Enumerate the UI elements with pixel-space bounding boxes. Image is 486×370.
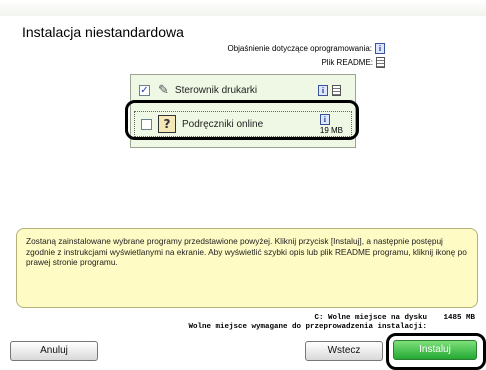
list-item-printer-driver[interactable]: ✓ ✎ Sterownik drukarki i: [131, 81, 355, 99]
readme-icon[interactable]: [332, 84, 341, 96]
required-space-label: Wolne miejsce wymagane do przeprowadzeni…: [188, 323, 427, 331]
free-space-row: C: Wolne miejsce na dysku 1485 MB: [314, 314, 475, 323]
info-icon[interactable]: i: [318, 84, 328, 96]
highlight-online-manuals: [125, 100, 359, 140]
top-band: [0, 0, 486, 16]
info-icon: i: [375, 43, 385, 54]
highlight-install-button: [386, 333, 486, 370]
printer-driver-checkbox[interactable]: ✓: [139, 84, 150, 96]
readme-legend: Plik README:: [321, 57, 385, 68]
required-space-row: Wolne miejsce wymagane do przeprowadzeni…: [188, 323, 475, 332]
software-desc-label: Objaśnienie dotyczące oprogramowania:: [227, 44, 372, 53]
printer-driver-icon: ✎: [158, 82, 169, 97]
page-title: Instalacja niestandardowa: [22, 24, 184, 40]
readme-label: Plik README:: [321, 58, 373, 67]
readme-icon: [376, 57, 385, 68]
printer-driver-label: Sterownik drukarki: [174, 84, 258, 96]
software-desc-legend: Objaśnienie dotyczące oprogramowania: i: [227, 43, 385, 54]
printer-driver-actions: i: [318, 84, 341, 96]
free-space-value: 1485 MB: [443, 314, 475, 322]
cancel-button[interactable]: Anuluj: [10, 341, 98, 361]
required-space-value: [435, 323, 475, 332]
back-button[interactable]: Wstecz: [305, 341, 383, 361]
free-space-label: C: Wolne miejsce na dysku: [314, 314, 427, 322]
description-panel: Zostaną zainstalowane wybrane programy p…: [16, 228, 478, 308]
